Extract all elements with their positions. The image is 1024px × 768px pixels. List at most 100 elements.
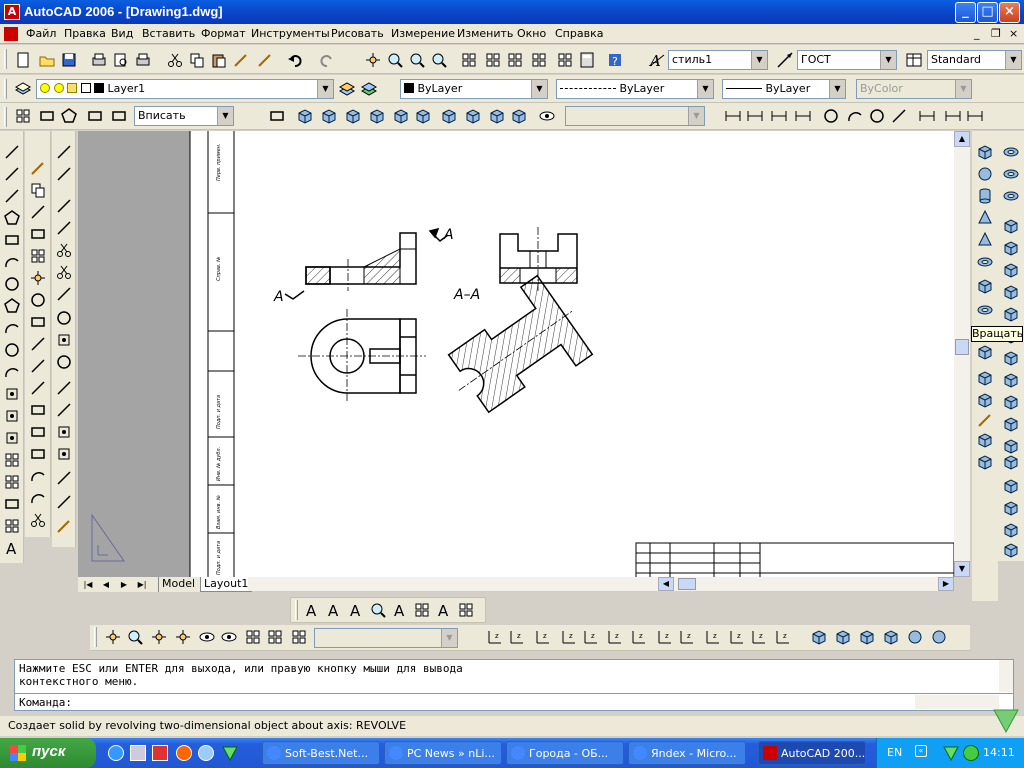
named-views-icon[interactable] bbox=[268, 107, 286, 125]
setup-profile-icon[interactable] bbox=[976, 431, 994, 449]
horizontal-scroll-thumb[interactable] bbox=[678, 578, 696, 590]
sphere-icon[interactable] bbox=[976, 165, 994, 183]
scale-text-icon[interactable] bbox=[413, 601, 431, 619]
antivirus-tray-icon[interactable] bbox=[963, 745, 979, 761]
zoom-window-icon[interactable] bbox=[408, 51, 426, 69]
3d-zoom-icon[interactable] bbox=[126, 628, 144, 646]
table-icon[interactable] bbox=[3, 517, 21, 535]
vertical-scrollbar[interactable]: ▲ ▼ bbox=[954, 131, 970, 577]
vertical-scroll-thumb[interactable] bbox=[955, 339, 969, 355]
wedge-icon[interactable] bbox=[976, 231, 994, 249]
match-properties-icon[interactable] bbox=[232, 51, 250, 69]
justify-text-icon[interactable]: A bbox=[435, 601, 453, 620]
snap-intersection-icon[interactable] bbox=[55, 241, 73, 259]
mtext-icon[interactable]: A bbox=[303, 601, 321, 620]
single-viewport-icon[interactable] bbox=[38, 107, 56, 125]
break-icon[interactable] bbox=[29, 423, 47, 441]
ucs-face-icon[interactable]: z bbox=[560, 628, 578, 646]
polyline-icon[interactable] bbox=[3, 187, 21, 205]
snap-extension-icon[interactable] bbox=[55, 285, 73, 303]
copy-icon[interactable] bbox=[188, 51, 206, 69]
text-style-icon-2[interactable]: A bbox=[391, 601, 409, 620]
ucs-zaxis-icon[interactable]: z bbox=[656, 628, 674, 646]
ie-quicklaunch-icon[interactable] bbox=[108, 745, 124, 761]
diameter-dimension-icon[interactable] bbox=[822, 107, 840, 125]
spline-icon[interactable] bbox=[3, 319, 21, 337]
offset-faces-icon[interactable] bbox=[1002, 261, 1020, 279]
interfere-icon[interactable] bbox=[976, 369, 994, 387]
snap-parallel-icon[interactable] bbox=[55, 401, 73, 419]
setup-drawing-icon[interactable] bbox=[976, 391, 994, 409]
task-soft-best[interactable]: Soft-Best.Net... bbox=[262, 741, 380, 765]
ne-iso-view-icon[interactable] bbox=[488, 107, 506, 125]
plot-icon[interactable] bbox=[90, 51, 108, 69]
lineweight-select[interactable]: ByLayer ▼ bbox=[722, 79, 846, 99]
menu-modify[interactable]: Изменить bbox=[457, 27, 513, 40]
torus-icon[interactable] bbox=[976, 253, 994, 271]
revolve-icon[interactable] bbox=[976, 301, 994, 319]
copy-edges-icon[interactable] bbox=[1002, 393, 1020, 411]
language-indicator[interactable]: EN bbox=[887, 746, 902, 759]
menu-help[interactable]: Справка bbox=[555, 27, 603, 40]
polygonal-viewport-icon[interactable] bbox=[60, 107, 78, 125]
clip-viewport-icon[interactable] bbox=[110, 107, 128, 125]
command-window[interactable]: Нажмите ESC или ENTER для выхода, или пр… bbox=[14, 659, 1014, 711]
snap-perpendicular-icon[interactable] bbox=[55, 379, 73, 397]
scroll-up-button[interactable]: ▲ bbox=[954, 131, 970, 147]
undo-icon[interactable] bbox=[286, 51, 304, 69]
separate-icon[interactable] bbox=[1002, 477, 1020, 495]
quick-leader-icon[interactable] bbox=[944, 107, 962, 125]
scroll-right-button[interactable]: ▶ bbox=[938, 577, 954, 591]
gouraud-shaded-icon[interactable] bbox=[906, 628, 924, 646]
menu-file[interactable]: Файл bbox=[26, 27, 56, 40]
snap-none-icon[interactable] bbox=[55, 493, 73, 511]
doc-restore-button[interactable]: ❐ bbox=[991, 27, 1001, 40]
block-editor-icon[interactable] bbox=[256, 51, 274, 69]
union-icon[interactable] bbox=[1002, 143, 1020, 161]
scroll-left-button[interactable]: ◀ bbox=[658, 577, 674, 591]
arc-icon[interactable] bbox=[3, 253, 21, 271]
snap-quadrant-icon[interactable] bbox=[55, 331, 73, 349]
ucs-view-icon[interactable]: z bbox=[606, 628, 624, 646]
close-button[interactable]: × bbox=[999, 2, 1020, 23]
trim-icon[interactable] bbox=[29, 357, 47, 375]
move-faces-icon[interactable] bbox=[1002, 239, 1020, 257]
revision-cloud-icon[interactable] bbox=[3, 297, 21, 315]
publish-icon[interactable] bbox=[134, 51, 152, 69]
find-replace-icon[interactable] bbox=[369, 601, 387, 619]
osnap-settings-icon[interactable] bbox=[55, 517, 73, 535]
layer-manager-icon[interactable] bbox=[14, 80, 32, 98]
maximize-button[interactable]: □ bbox=[977, 2, 998, 23]
slice-icon[interactable] bbox=[976, 453, 994, 471]
open-icon[interactable] bbox=[38, 51, 56, 69]
document-icon[interactable] bbox=[4, 27, 18, 41]
toolbar-grip[interactable] bbox=[4, 49, 7, 69]
left-view-icon[interactable] bbox=[344, 107, 362, 125]
convert-space-icon[interactable] bbox=[457, 601, 475, 619]
cone-icon[interactable] bbox=[976, 209, 994, 227]
command-history-scrollbar[interactable] bbox=[999, 660, 1013, 692]
media-quicklaunch-icon[interactable] bbox=[152, 745, 168, 761]
move-icon[interactable] bbox=[29, 269, 47, 287]
snap-tangent-icon[interactable] bbox=[55, 353, 73, 371]
ordinate-dimension-icon[interactable] bbox=[770, 107, 788, 125]
join-icon[interactable] bbox=[29, 445, 47, 463]
construction-line-icon[interactable] bbox=[3, 165, 21, 183]
ucs-x-icon[interactable]: z bbox=[704, 628, 722, 646]
3d-continuous-orbit-icon[interactable] bbox=[174, 628, 192, 646]
doc-close-button[interactable]: × bbox=[1009, 27, 1018, 40]
explode-icon[interactable] bbox=[29, 511, 47, 529]
ucs-object-icon[interactable]: z bbox=[582, 628, 600, 646]
cut-icon[interactable] bbox=[166, 51, 184, 69]
flat-edges-icon[interactable] bbox=[930, 628, 948, 646]
layer-color-icon[interactable] bbox=[80, 83, 91, 93]
menu-edit[interactable]: Правка bbox=[64, 27, 106, 40]
gradient-icon[interactable] bbox=[3, 473, 21, 491]
properties-icon[interactable] bbox=[460, 51, 478, 69]
make-current-layer-icon[interactable] bbox=[338, 80, 356, 98]
dim-style-select[interactable]: ГОСТ ▼ bbox=[797, 50, 897, 70]
firefox-quicklaunch-icon[interactable] bbox=[176, 745, 192, 761]
ucs-apply-icon[interactable]: z bbox=[774, 628, 792, 646]
single-line-text-icon[interactable]: A bbox=[325, 601, 343, 620]
table-style-icon[interactable] bbox=[905, 51, 923, 69]
